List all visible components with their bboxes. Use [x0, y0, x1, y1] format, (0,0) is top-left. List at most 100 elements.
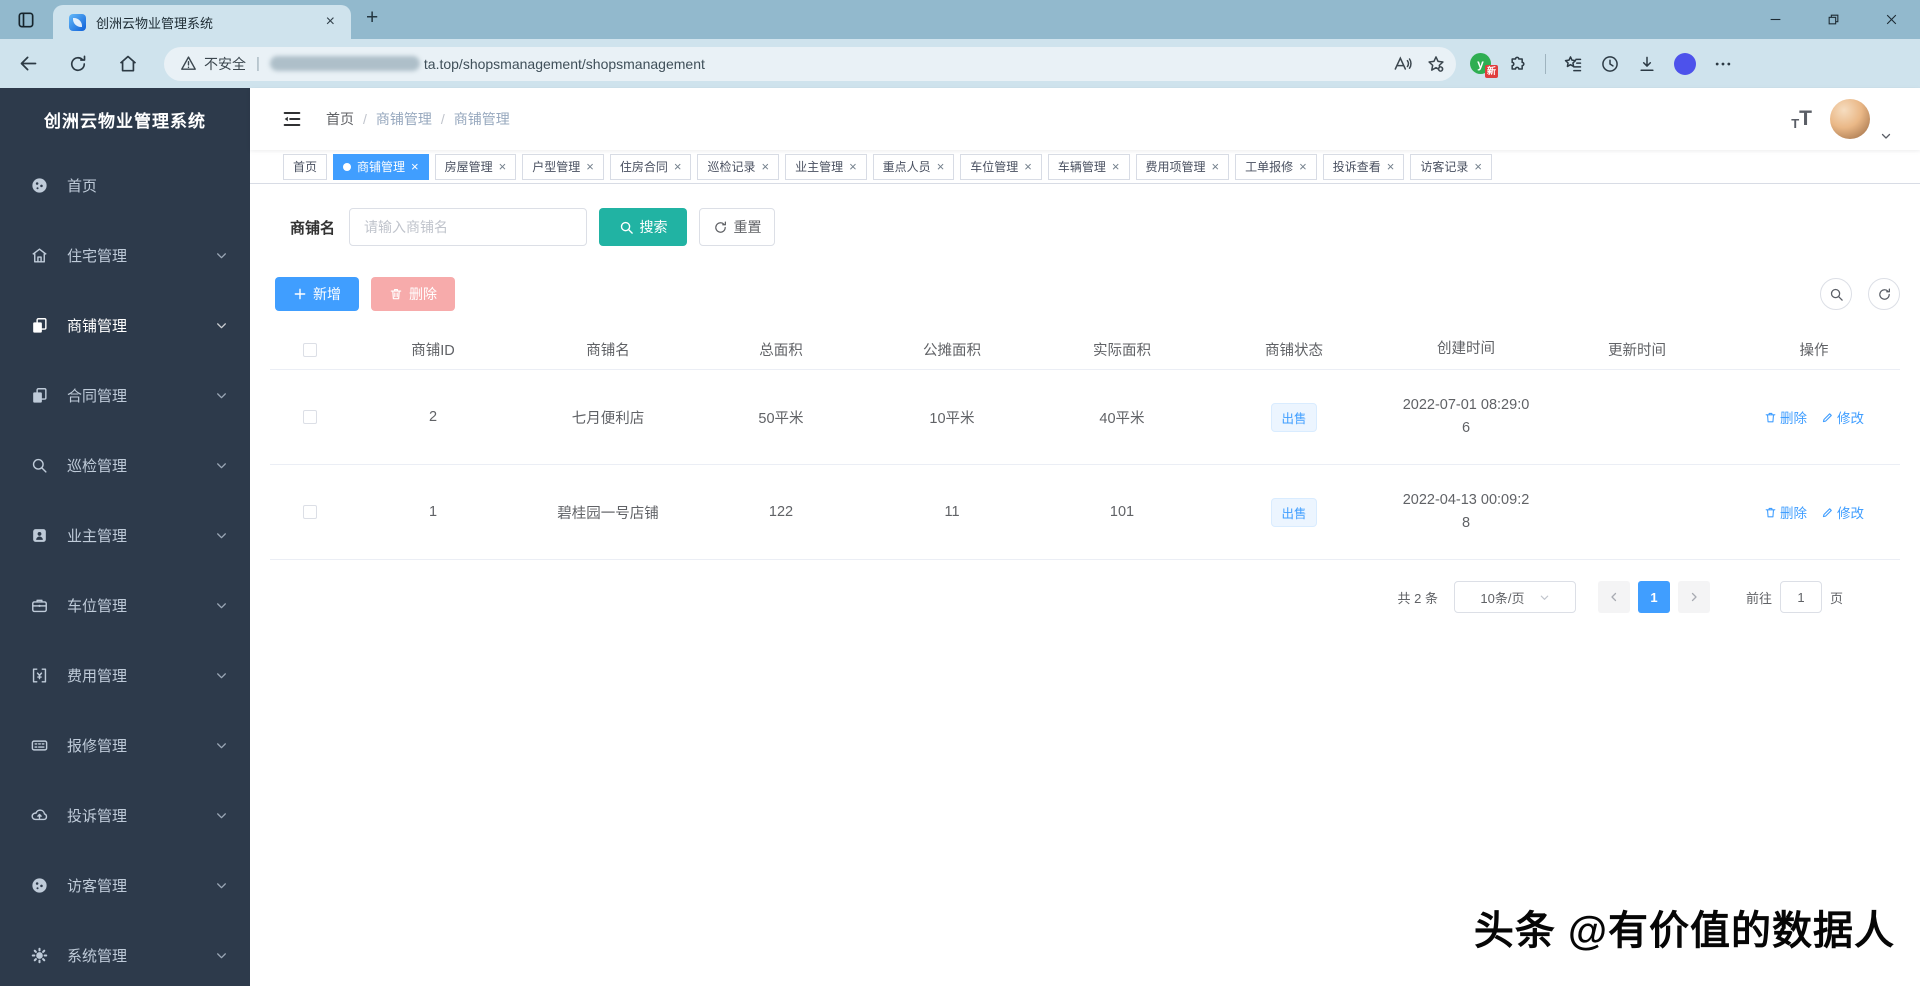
- read-aloud-icon[interactable]: [1392, 54, 1412, 74]
- close-window-button[interactable]: [1862, 0, 1920, 39]
- breadcrumb-item[interactable]: 首页: [326, 109, 354, 129]
- translate-extension-icon[interactable]: y新: [1470, 53, 1498, 78]
- tag-close-icon[interactable]: ×: [411, 159, 419, 174]
- row-delete-link[interactable]: 删除: [1764, 502, 1807, 522]
- sidebar-item-visitors[interactable]: 访客管理: [0, 850, 250, 920]
- sidebar-item-parking[interactable]: 车位管理: [0, 570, 250, 640]
- breadcrumb-item[interactable]: 商铺管理: [376, 109, 432, 129]
- row-edit-link[interactable]: 修改: [1821, 407, 1864, 427]
- header-actual-area: 实际面积: [1093, 343, 1151, 359]
- browser-tab[interactable]: 创洲云物业管理系统 ×: [53, 5, 351, 39]
- sidebar-item-owners[interactable]: 业主管理: [0, 500, 250, 570]
- tag-close-icon[interactable]: ×: [1474, 159, 1482, 174]
- back-icon[interactable]: [14, 50, 42, 78]
- shop-name-input[interactable]: [349, 208, 588, 246]
- add-button[interactable]: 新增: [275, 277, 359, 311]
- delete-button[interactable]: 删除: [371, 277, 455, 311]
- cell-created-at: 2022-07-01 08:29:06: [1402, 397, 1530, 436]
- page-size-select[interactable]: 10条/页: [1453, 581, 1576, 613]
- tag-close-icon[interactable]: ×: [1212, 159, 1220, 174]
- cell-created-at: 2022-04-13 00:09:28: [1402, 492, 1530, 531]
- browser-profile-avatar[interactable]: [1674, 52, 1696, 75]
- tag-vehicle-management[interactable]: 车辆管理 ×: [1047, 153, 1130, 180]
- tag-key-persons[interactable]: 重点人员 ×: [872, 153, 955, 180]
- avatar-caret-icon[interactable]: [1880, 130, 1892, 142]
- user-avatar[interactable]: [1830, 99, 1870, 139]
- tag-housing-contract[interactable]: 住房合同 ×: [609, 153, 692, 180]
- sidebar-item-residence[interactable]: 住宅管理: [0, 220, 250, 290]
- tag-work-orders[interactable]: 工单报修 ×: [1235, 153, 1317, 180]
- prev-page-button[interactable]: [1597, 581, 1630, 613]
- tag-label: 巡检记录: [707, 160, 756, 174]
- tag-close-icon[interactable]: ×: [849, 159, 857, 174]
- tag-close-icon[interactable]: ×: [1387, 159, 1395, 174]
- downloads-icon[interactable]: [1637, 54, 1657, 74]
- add-favorite-icon[interactable]: [1426, 54, 1446, 74]
- breadcrumb-separator: /: [363, 111, 367, 127]
- tag-shops-management[interactable]: 商铺管理 ×: [333, 153, 429, 180]
- tag-label: 费用项管理: [1145, 160, 1206, 174]
- tag-label: 车位管理: [970, 160, 1019, 174]
- owner-icon: [30, 526, 49, 545]
- tag-label: 住房合同: [619, 160, 668, 174]
- tag-close-icon[interactable]: ×: [674, 159, 682, 174]
- new-tab-button[interactable]: +: [366, 6, 378, 30]
- tag-label: 访客记录: [1420, 160, 1469, 174]
- minimize-button[interactable]: [1746, 0, 1804, 39]
- tag-patrol-records[interactable]: 巡检记录 ×: [697, 153, 780, 180]
- sidebar-item-home[interactable]: 首页: [0, 150, 250, 220]
- tab-close-icon[interactable]: ×: [322, 13, 339, 31]
- tag-close-icon[interactable]: ×: [586, 159, 594, 174]
- sidebar-item-system[interactable]: 系统管理: [0, 920, 250, 986]
- favorites-icon[interactable]: [1563, 54, 1583, 74]
- next-page-button[interactable]: [1677, 581, 1710, 613]
- sidebar-item-patrol[interactable]: 巡检管理: [0, 430, 250, 500]
- sidebar-item-fees[interactable]: 费用管理: [0, 640, 250, 710]
- tab-actions-icon[interactable]: [14, 8, 38, 32]
- collapse-sidebar-icon[interactable]: [280, 107, 304, 131]
- home-icon[interactable]: [114, 50, 142, 78]
- sidebar-item-contracts[interactable]: 合同管理: [0, 360, 250, 430]
- row-edit-link[interactable]: 修改: [1821, 502, 1864, 522]
- sidebar-item-complaints[interactable]: 投诉管理: [0, 780, 250, 850]
- page-unit-label: 页: [1829, 590, 1843, 606]
- row-checkbox[interactable]: [303, 410, 317, 424]
- tag-housetype-management[interactable]: 户型管理 ×: [522, 153, 604, 180]
- address-bar[interactable]: 不安全 | ta.top/shopsmanagement/shopsmanage…: [164, 46, 1456, 81]
- row-checkbox[interactable]: [303, 505, 317, 519]
- table-search-toggle-icon[interactable]: [1820, 278, 1852, 310]
- header-shared-area: 公摊面积: [923, 343, 981, 359]
- tag-parking-management[interactable]: 车位管理 ×: [960, 153, 1042, 180]
- sidebar-item-repairs[interactable]: 报修管理: [0, 710, 250, 780]
- tag-owner-management[interactable]: 业主管理 ×: [785, 153, 867, 180]
- tag-close-icon[interactable]: ×: [937, 159, 945, 174]
- font-size-icon[interactable]: TT: [1791, 107, 1812, 131]
- goto-page-input[interactable]: [1779, 581, 1822, 613]
- refresh-icon[interactable]: [64, 50, 92, 78]
- tag-home[interactable]: 首页: [283, 153, 328, 180]
- tag-fee-items[interactable]: 费用项管理 ×: [1135, 153, 1230, 180]
- app-logo-title: 创洲云物业管理系统: [44, 111, 206, 131]
- tag-close-icon[interactable]: ×: [499, 159, 507, 174]
- tag-visitor-records[interactable]: 访客记录 ×: [1410, 153, 1492, 180]
- row-delete-link[interactable]: 删除: [1764, 407, 1807, 427]
- restore-button[interactable]: [1804, 0, 1862, 39]
- tag-close-icon[interactable]: ×: [761, 159, 769, 174]
- search-button[interactable]: 搜索: [599, 208, 688, 246]
- tag-close-icon[interactable]: ×: [1299, 159, 1307, 174]
- tag-close-icon[interactable]: ×: [1112, 159, 1120, 174]
- reset-button[interactable]: 重置: [699, 208, 776, 246]
- cell-shop-name: 七月便利店: [571, 410, 645, 427]
- tag-complaints-view[interactable]: 投诉查看 ×: [1322, 153, 1405, 180]
- history-icon[interactable]: [1600, 54, 1620, 74]
- warning-icon: [180, 55, 197, 72]
- table-refresh-icon[interactable]: [1868, 278, 1900, 310]
- sidebar-item-shops[interactable]: 商铺管理: [0, 290, 250, 360]
- tag-close-icon[interactable]: ×: [1024, 159, 1032, 174]
- settings-menu-icon[interactable]: [1713, 54, 1733, 74]
- page-number-button[interactable]: 1: [1637, 581, 1670, 613]
- tag-label: 户型管理: [532, 160, 581, 174]
- tag-house-management[interactable]: 房屋管理 ×: [434, 153, 517, 180]
- select-all-checkbox[interactable]: [303, 342, 317, 357]
- extensions-puzzle-icon[interactable]: [1508, 54, 1528, 74]
